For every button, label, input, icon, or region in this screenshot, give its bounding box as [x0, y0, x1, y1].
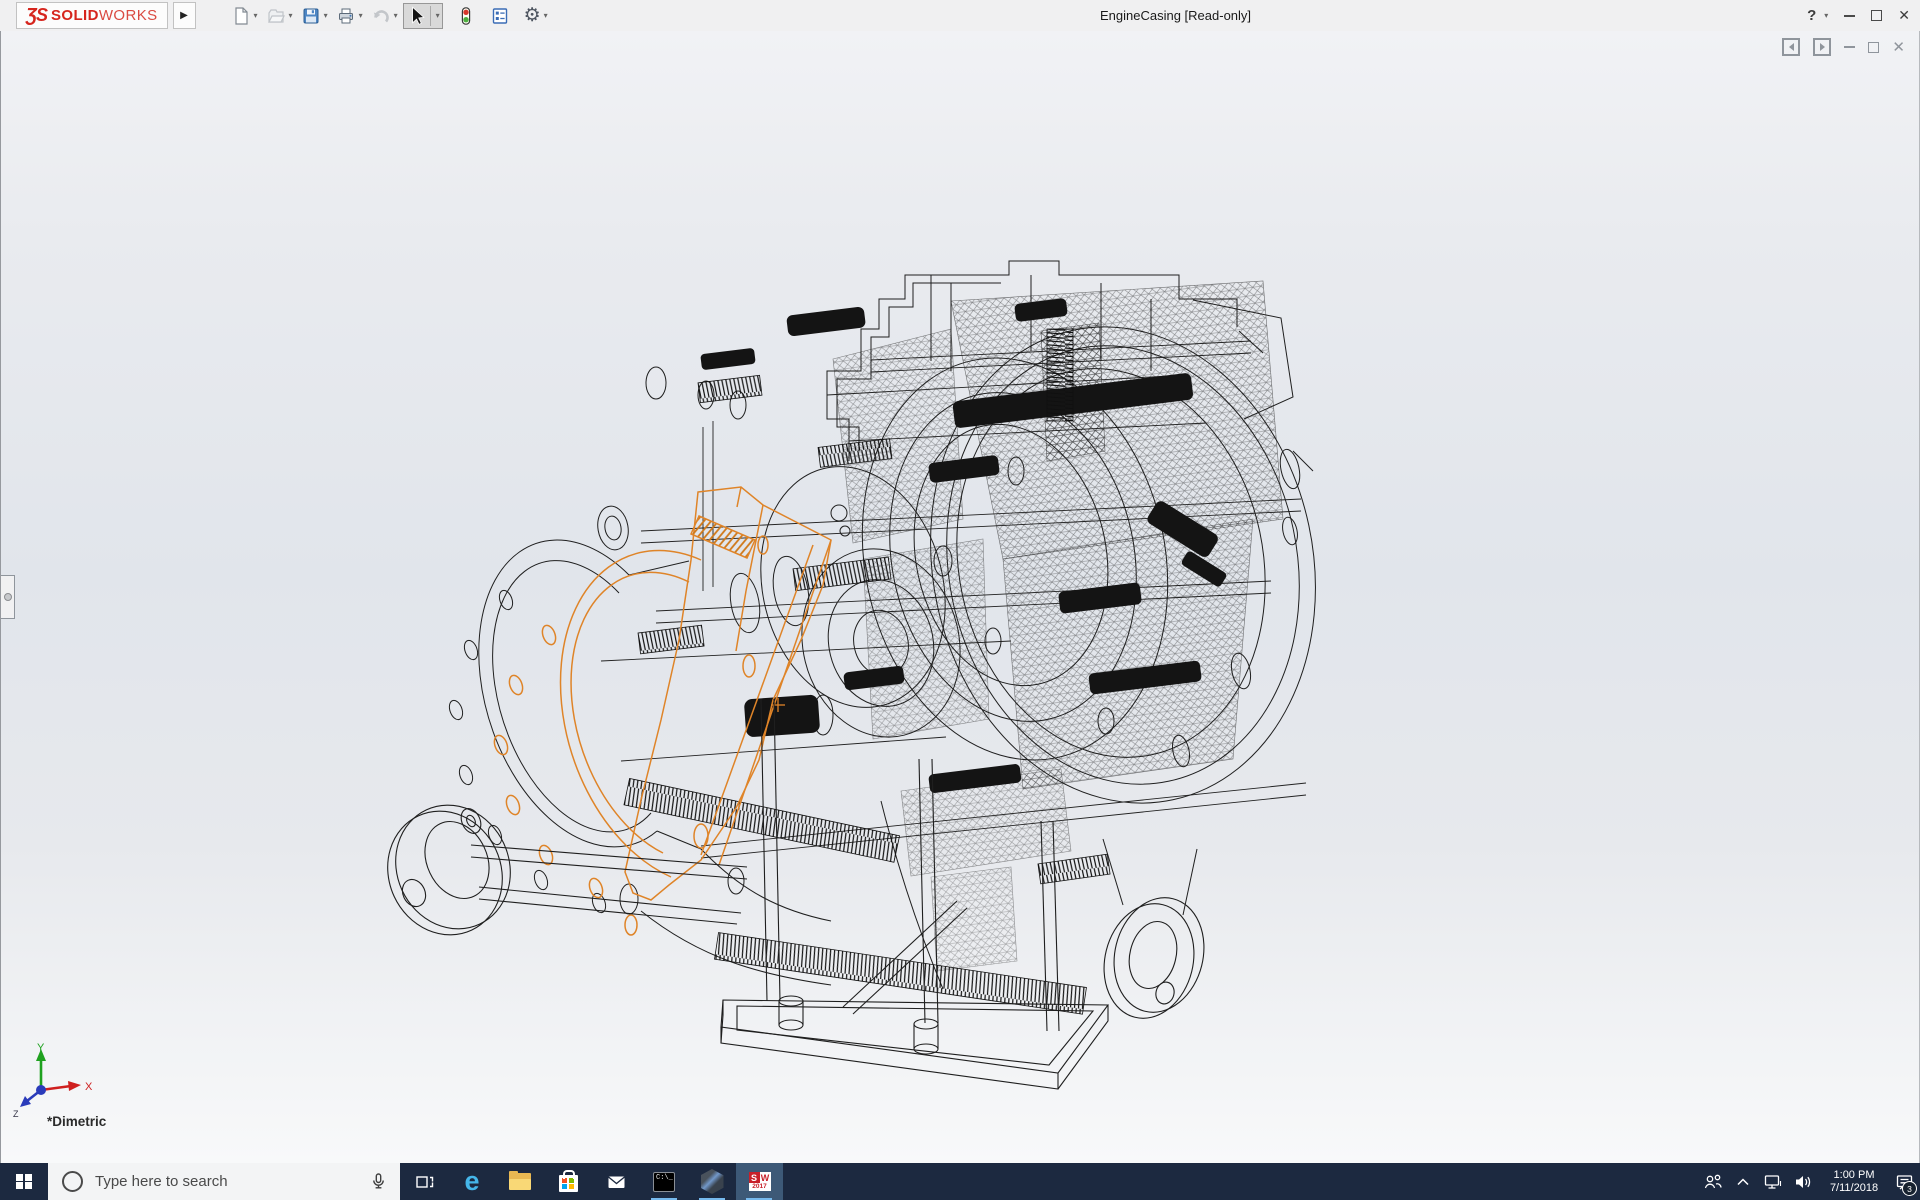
new-caret[interactable]: ▾ — [254, 11, 258, 20]
document-window-controls: ✕ — [1782, 38, 1905, 56]
file-properties-icon — [490, 6, 510, 26]
volume-button[interactable] — [1788, 1163, 1818, 1200]
command-prompt-icon: C:\_ — [653, 1172, 675, 1192]
people-icon — [1703, 1173, 1723, 1191]
options-button[interactable]: ⚙ ▾ — [521, 4, 551, 27]
main-toolbar: ▾ ▾ ▾ — [228, 3, 551, 29]
taskbar-item-solidworks[interactable]: S W 2017 — [736, 1163, 783, 1200]
taskbar-item-hexagon-app[interactable] — [688, 1163, 736, 1200]
pane-collapse-right-button[interactable] — [1813, 38, 1831, 56]
save-caret[interactable]: ▾ — [324, 11, 328, 20]
help-icon: ? — [1807, 7, 1816, 24]
doc-minimize-button[interactable] — [1844, 46, 1855, 48]
feature-panel-collapsed-tab[interactable] — [1, 575, 15, 619]
doc-restore-button[interactable] — [1868, 42, 1879, 53]
close-button[interactable]: ✕ — [1898, 7, 1910, 24]
chevron-up-icon — [1735, 1175, 1751, 1189]
window-controls: ? ▾ ✕ — [1807, 0, 1910, 31]
select-tool-button[interactable]: ▾ — [403, 3, 443, 29]
options-caret[interactable]: ▾ — [544, 11, 548, 20]
taskbar-item-mail[interactable] — [592, 1163, 640, 1200]
taskbar-item-file-explorer[interactable] — [496, 1163, 544, 1200]
tray-overflow-button[interactable] — [1728, 1163, 1758, 1200]
solidworks-year-label: 2017 — [749, 1183, 771, 1191]
save-floppy-icon — [301, 6, 321, 26]
undo-button[interactable]: ▾ — [368, 4, 401, 28]
taskbar-item-store[interactable] — [544, 1163, 592, 1200]
undo-caret[interactable]: ▾ — [394, 11, 398, 20]
taskbar-item-edge[interactable]: e — [448, 1163, 496, 1200]
file-explorer-icon — [509, 1173, 531, 1190]
windows-logo-icon — [16, 1174, 32, 1190]
minimize-button[interactable] — [1844, 15, 1855, 17]
hexagon-app-icon — [701, 1169, 724, 1194]
doc-close-button[interactable]: ✕ — [1892, 38, 1905, 56]
notification-badge: 3 — [1902, 1181, 1917, 1196]
start-button[interactable] — [0, 1163, 48, 1200]
system-tray: 1:00 PM 7/11/2018 3 — [1698, 1163, 1920, 1200]
pane-collapse-left-button[interactable] — [1782, 38, 1800, 56]
orientation-triad: Y X Z — [3, 1041, 123, 1151]
menu-expand-arrow-icon[interactable]: ▶ — [173, 2, 196, 29]
gear-icon: ⚙ — [524, 6, 541, 25]
new-document-icon — [231, 6, 251, 26]
store-icon — [559, 1175, 578, 1192]
task-view-icon — [415, 1173, 434, 1191]
help-button[interactable]: ? ▾ — [1807, 7, 1828, 24]
clock-time: 1:00 PM — [1834, 1169, 1875, 1182]
right-end-plate[interactable] — [1092, 888, 1215, 1028]
graphics-viewport[interactable]: ✕ Y X Z *Dimetric — [0, 31, 1920, 1163]
brand-solid: SOLID — [51, 7, 99, 24]
microphone-icon[interactable] — [369, 1172, 388, 1191]
view-orientation-label: *Dimetric — [47, 1114, 106, 1129]
undo-icon — [371, 6, 391, 26]
file-properties-button[interactable] — [487, 4, 513, 28]
rebuild-stoplight-icon — [456, 6, 476, 26]
clock-date: 7/11/2018 — [1830, 1182, 1878, 1195]
print-icon — [336, 6, 356, 26]
network-icon — [1763, 1173, 1783, 1191]
taskbar-search[interactable] — [48, 1163, 400, 1200]
axis-x-label: X — [85, 1081, 93, 1093]
triangle-right-icon — [1820, 43, 1825, 51]
open-caret[interactable]: ▾ — [289, 11, 293, 20]
select-cursor-icon — [406, 5, 428, 27]
title-bar: ƷS SOLID WORKS ▶ ▾ ▾ — [0, 0, 1920, 32]
select-caret[interactable]: ▾ — [436, 11, 440, 20]
solidworks-logo-glyph: ƷS — [26, 5, 47, 26]
network-button[interactable] — [1758, 1163, 1788, 1200]
solidworks-window: ƷS SOLID WORKS ▶ ▾ ▾ — [0, 0, 1920, 1200]
document-title: EngineCasing [Read-only] — [1100, 0, 1251, 31]
action-center-button[interactable]: 3 — [1890, 1163, 1920, 1200]
cortana-icon — [62, 1171, 83, 1192]
model-wireframe — [1, 31, 1920, 1163]
help-caret: ▾ — [1824, 11, 1828, 20]
edge-icon: e — [464, 1168, 479, 1195]
restore-button[interactable] — [1871, 10, 1882, 21]
new-document-button[interactable]: ▾ — [228, 4, 261, 28]
mail-icon — [606, 1173, 627, 1191]
search-input[interactable] — [95, 1173, 357, 1190]
axis-z-label: Z — [13, 1109, 19, 1119]
taskbar-item-command-prompt[interactable]: C:\_ — [640, 1163, 688, 1200]
brand-works: WORKS — [99, 7, 158, 24]
rebuild-button[interactable] — [453, 4, 479, 28]
open-button[interactable]: ▾ — [263, 4, 296, 28]
solidworks-2017-icon: S W 2017 — [749, 1172, 771, 1191]
volume-icon — [1793, 1173, 1813, 1191]
open-folder-icon — [266, 6, 286, 26]
people-button[interactable] — [1698, 1163, 1728, 1200]
print-button[interactable]: ▾ — [333, 4, 366, 28]
taskbar-clock[interactable]: 1:00 PM 7/11/2018 — [1818, 1163, 1890, 1200]
solidworks-logo[interactable]: ƷS SOLID WORKS — [16, 2, 168, 29]
print-caret[interactable]: ▾ — [359, 11, 363, 20]
axis-y-label: Y — [37, 1042, 45, 1054]
save-button[interactable]: ▾ — [298, 4, 331, 28]
task-view-button[interactable] — [400, 1163, 448, 1200]
select-split-divider — [430, 6, 431, 26]
windows-taskbar: e C:\_ — [0, 1163, 1920, 1200]
panel-tab-dot-icon — [4, 593, 12, 601]
triangle-left-icon — [1789, 43, 1794, 51]
